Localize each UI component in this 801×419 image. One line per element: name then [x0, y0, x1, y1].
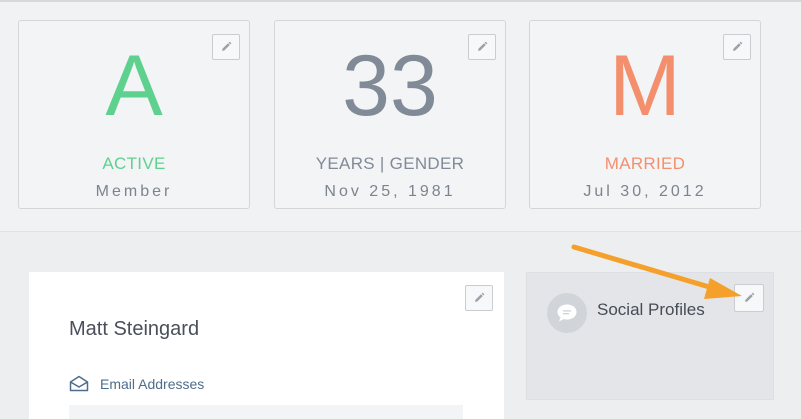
- pencil-icon: [478, 41, 488, 51]
- social-profiles-panel: Social Profiles: [526, 272, 774, 400]
- edit-profile-button[interactable]: [465, 285, 493, 311]
- edit-status-button[interactable]: [212, 34, 240, 60]
- profile-panel: Matt Steingard Email Addresses: [29, 272, 504, 419]
- status-card: A ACTIVE Member: [18, 20, 250, 209]
- edit-age-button[interactable]: [468, 34, 496, 60]
- birth-date: Nov 25, 1981: [324, 183, 456, 200]
- pencil-icon: [745, 292, 755, 302]
- pencil-icon: [733, 41, 743, 51]
- age-card: 33 YEARS | GENDER Nov 25, 1981: [274, 20, 506, 209]
- email-section-label: Email Addresses: [100, 375, 205, 392]
- social-profiles-title: Social Profiles: [597, 300, 705, 319]
- status-label: ACTIVE: [102, 154, 166, 173]
- pencil-icon: [475, 292, 485, 302]
- status-detail: Member: [95, 183, 173, 200]
- edit-marital-button[interactable]: [723, 34, 751, 60]
- age-label: YEARS | GENDER: [315, 154, 465, 173]
- chat-bubble-icon: [547, 293, 587, 333]
- envelope-icon: [69, 375, 89, 392]
- pencil-icon: [222, 41, 232, 51]
- marriage-date: Jul 30, 2012: [583, 183, 707, 200]
- edit-social-profiles-button[interactable]: [734, 284, 764, 312]
- marital-label: MARRIED: [604, 154, 686, 173]
- email-section-header: Email Addresses: [69, 375, 204, 392]
- email-list: [69, 405, 463, 419]
- marital-card: M MARRIED Jul 30, 2012: [529, 20, 761, 209]
- person-name: Matt Steingard: [69, 318, 200, 340]
